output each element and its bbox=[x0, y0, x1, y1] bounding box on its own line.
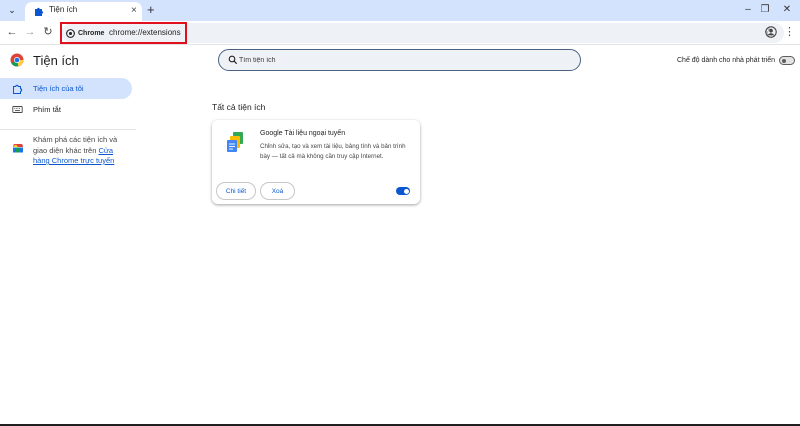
restore-button[interactable]: ❐ bbox=[758, 2, 772, 18]
menu-icon[interactable]: ⋮ bbox=[784, 26, 795, 38]
page-title: Tiện ích bbox=[33, 53, 79, 68]
extension-description: Chỉnh sửa, tạo và xem tài liệu, bảng tín… bbox=[260, 143, 406, 160]
reload-button[interactable]: ↻ bbox=[41, 25, 55, 39]
sidebar-item-label: Tiện ích của tôi bbox=[33, 84, 84, 93]
search-bar[interactable] bbox=[218, 49, 581, 71]
tab-extensions[interactable]: Tiện ích × bbox=[25, 2, 142, 21]
web-store-promo: Khám phá các tiện ích và giao diện khác … bbox=[33, 135, 128, 167]
extension-enable-toggle[interactable] bbox=[396, 187, 410, 195]
web-store-icon bbox=[13, 144, 23, 153]
toggle-knob bbox=[403, 188, 409, 194]
profile-avatar-icon[interactable] bbox=[765, 26, 777, 38]
google-docs-offline-icon bbox=[227, 132, 243, 152]
tab-title: Tiện ích bbox=[49, 5, 78, 14]
chevron-down-icon: ⌄ bbox=[8, 5, 16, 15]
extension-name: Google Tài liệu ngoại tuyến bbox=[260, 130, 346, 137]
close-window-button[interactable]: ✕ bbox=[780, 2, 794, 18]
developer-mode-toggle[interactable] bbox=[779, 56, 795, 65]
chrome-logo-icon bbox=[10, 53, 24, 67]
new-tab-button[interactable]: + bbox=[147, 2, 155, 18]
sidebar-item-label: Phím tắt bbox=[33, 105, 61, 114]
close-tab-icon[interactable]: × bbox=[131, 4, 137, 18]
search-icon bbox=[228, 55, 238, 65]
minimize-button[interactable]: – bbox=[741, 2, 755, 18]
highlight-box bbox=[60, 22, 187, 44]
tab-strip: ⌄ Tiện ích × + – ❐ ✕ bbox=[0, 0, 800, 21]
forward-button[interactable]: → bbox=[23, 25, 37, 39]
sidebar-item-my-extensions[interactable]: Tiện ích của tôi bbox=[0, 78, 132, 99]
puzzle-icon bbox=[13, 84, 23, 94]
toggle-knob bbox=[781, 58, 786, 63]
sidebar-item-shortcuts[interactable]: Phím tắt bbox=[0, 99, 132, 120]
puzzle-icon bbox=[35, 7, 44, 16]
details-button[interactable]: Chi tiết bbox=[216, 182, 256, 200]
tab-search-button[interactable]: ⌄ bbox=[4, 3, 20, 18]
search-input[interactable] bbox=[239, 53, 569, 67]
remove-button[interactable]: Xoá bbox=[260, 182, 295, 200]
keyboard-icon bbox=[12, 106, 23, 113]
extension-card: Google Tài liệu ngoại tuyến Chỉnh sửa, t… bbox=[212, 120, 420, 204]
developer-mode-label: Chế độ dành cho nhà phát triển bbox=[677, 57, 776, 64]
section-title: Tất cả tiện ích bbox=[212, 102, 266, 112]
back-button[interactable]: ← bbox=[5, 25, 19, 39]
sidebar-divider bbox=[0, 129, 136, 130]
toolbar: ← → ↻ Chrome chrome://extensions ☆ bbox=[0, 21, 800, 45]
